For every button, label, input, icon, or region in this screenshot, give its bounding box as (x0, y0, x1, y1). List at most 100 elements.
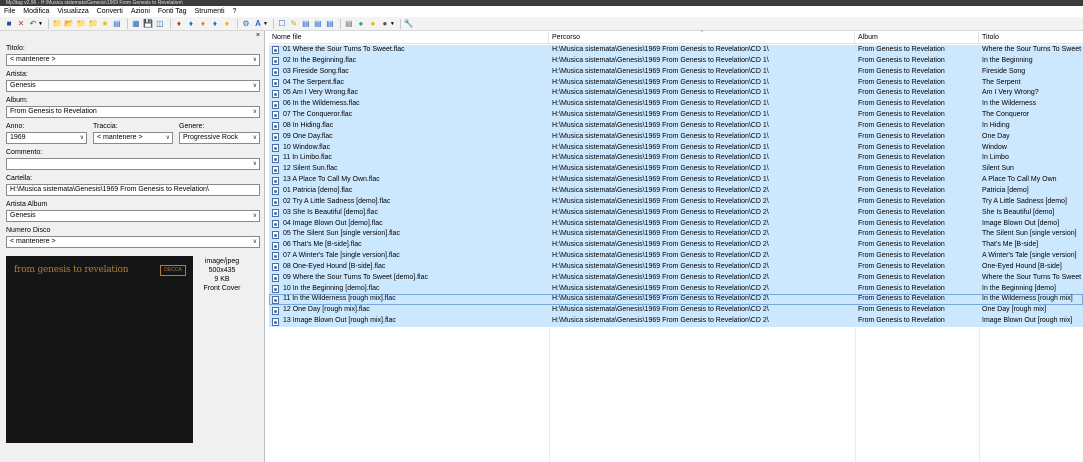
table-row[interactable]: 05 The Silent Sun [single version].flac H… (269, 229, 1083, 241)
freedb-icon[interactable]: ● (356, 19, 366, 29)
tools-icon[interactable]: 🔧 (404, 19, 414, 29)
toolbar-separator (47, 18, 49, 29)
table-row[interactable]: 12 Silent Sun.flac H:\Musica sistemata\Ge… (269, 164, 1083, 176)
undo-icon[interactable]: ↶ (28, 19, 38, 29)
table-row[interactable]: 13 Image Blown Out [rough mix].flac H:\Mu… (269, 316, 1083, 327)
actions-icon[interactable]: ⚙ (241, 19, 251, 29)
table-row[interactable]: 04 The Serpent.flac H:\Musica sistemata\G… (269, 77, 1083, 89)
table-row[interactable]: 11 In the Wilderness [rough mix].flac H:\… (269, 294, 1083, 306)
tag-to-tag-icon[interactable]: ♦ (198, 19, 208, 29)
list-icon[interactable]: ▤ (112, 19, 122, 29)
tag-to-file-icon[interactable]: ♦ (174, 19, 184, 29)
disc-combo[interactable]: < mantenere > ∨ (6, 236, 260, 248)
table-row[interactable]: 12 One Day [rough mix].flac H:\Musica sis… (269, 305, 1083, 317)
folder-field[interactable]: H:\Musica sistemata\Genesis\1969 From Ge… (6, 184, 260, 196)
cell-album: From Genesis to Revelation (858, 241, 945, 249)
table-row[interactable]: 09 Where the Sour Turns To Sweet [demo].… (269, 272, 1083, 284)
comment-combo[interactable]: ∨ (6, 158, 260, 170)
chevron-down-icon[interactable]: ∨ (253, 133, 257, 143)
file-to-tag-icon[interactable]: ♦ (186, 19, 196, 29)
table-row[interactable]: 06 In the Wilderness.flac H:\Musica siste… (269, 99, 1083, 111)
chevron-down-icon[interactable]: ∨ (253, 211, 257, 221)
chevron-down-icon[interactable]: ∨ (166, 133, 170, 143)
menu-fonti-tag[interactable]: Fonti Tag (158, 6, 187, 17)
column-path[interactable]: Percorso (549, 32, 855, 44)
chevron-down-icon[interactable]: ∨ (253, 159, 257, 169)
menu-visualizza[interactable]: Visualizza (57, 6, 88, 17)
extended-tags-icon[interactable]: ✎ (289, 19, 299, 29)
album-combo[interactable]: From Genesis to Revelation ∨ (6, 106, 260, 118)
discogs-icon[interactable]: ● (380, 19, 390, 29)
title-combo[interactable]: < mantenere > ∨ (6, 54, 260, 66)
file-list[interactable]: ⌃ Nome file Percorso Album Titolo 01 Whe… (269, 31, 1083, 462)
artist-combo[interactable]: Genesis ∨ (6, 80, 260, 92)
table-row[interactable]: 10 In the Beginning [demo].flac H:\Musica… (269, 283, 1083, 295)
view-details-icon[interactable]: ▤ (325, 19, 335, 29)
table-row[interactable]: 07 A Winter's Tale [single version].flac… (269, 251, 1083, 262)
case-dropdown-icon[interactable]: ▼ (263, 21, 268, 27)
menu-strumenti[interactable]: Strumenti (195, 6, 225, 17)
cell-album: From Genesis to Revelation (858, 273, 945, 281)
cell-path: H:\Musica sistemata\Genesis\1969 From Ge… (552, 56, 769, 64)
filename-text: 12 One Day [rough mix].flac (283, 306, 370, 314)
table-row[interactable]: 02 Try A Little Sadness [demo].flac H:\Mu… (269, 196, 1083, 208)
autonumber-icon[interactable]: ♦ (222, 19, 232, 29)
cover-art[interactable]: from genesis to revelation DECCA (6, 256, 193, 443)
open-folder-icon[interactable]: 📂 (64, 19, 74, 29)
table-row[interactable]: 03 Fireside Song.flac H:\Musica sistemata… (269, 66, 1083, 78)
table-row[interactable]: 11 In Limbo.flac H:\Musica sistemata\Gene… (269, 153, 1083, 165)
table-row[interactable]: 08 In Hiding.flac H:\Musica sistemata\Gen… (269, 120, 1083, 132)
view-columns-icon[interactable]: ▤ (313, 19, 323, 29)
sources-dropdown-icon[interactable]: ▼ (390, 21, 395, 27)
table-row[interactable]: 04 Image Blown Out [demo].flac H:\Musica … (269, 218, 1083, 230)
genre-combo[interactable]: Progressive Rock ∨ (179, 132, 260, 144)
save-icon[interactable]: ■ (4, 19, 14, 29)
edit-tag-icon[interactable]: ☐ (277, 19, 287, 29)
menu-converti[interactable]: Converti (97, 6, 123, 17)
table-row[interactable]: 05 Am I Very Wrong.flac H:\Musica sistema… (269, 88, 1083, 100)
table-row[interactable]: 07 The Conqueror.flac H:\Musica sistemata… (269, 110, 1083, 121)
album-artist-combo[interactable]: Genesis ∨ (6, 210, 260, 222)
table-row[interactable]: 06 That's Me [B-side].flac H:\Musica sist… (269, 240, 1083, 252)
track-combo[interactable]: < mantenere > ∨ (93, 132, 173, 144)
musicbrainz-icon[interactable]: ● (368, 19, 378, 29)
table-row[interactable]: 09 One Day.flac H:\Musica sistemata\Genes… (269, 131, 1083, 143)
chevron-down-icon[interactable]: ∨ (253, 81, 257, 91)
remove-tag-icon[interactable]: ✕ (16, 19, 26, 29)
table-row[interactable]: 10 Window.flac H:\Musica sistemata\Genesi… (269, 142, 1083, 154)
web-source-icon[interactable]: ▤ (344, 19, 354, 29)
audio-file-icon (272, 78, 279, 87)
column-filename[interactable]: Nome file (269, 32, 549, 44)
table-row[interactable]: 01 Patricia [demo].flac H:\Musica sistema… (269, 185, 1083, 197)
table-row[interactable]: 02 In the Beginning.flac H:\Musica sistem… (269, 55, 1083, 67)
table-row[interactable]: 08 One-Eyed Hound [B-side].flac H:\Musica… (269, 261, 1083, 273)
menu-azioni[interactable]: Azioni (131, 6, 150, 17)
text-file-to-tag-icon[interactable]: ♦ (210, 19, 220, 29)
export-icon[interactable]: 💾 (143, 19, 153, 29)
folder-label: Cartella: (6, 175, 33, 182)
view-list-icon[interactable]: ▤ (301, 19, 311, 29)
add-folder-icon[interactable]: 📁 (52, 19, 62, 29)
undo-dropdown-icon[interactable]: ▼ (38, 21, 43, 27)
filename-text: 03 Fireside Song.flac (283, 67, 349, 75)
chevron-down-icon[interactable]: ∨ (253, 107, 257, 117)
year-combo[interactable]: 1969 ∨ (6, 132, 87, 144)
menu-help[interactable]: ? (233, 6, 237, 17)
playlist-icon[interactable]: ▦ (131, 19, 141, 29)
column-title[interactable]: Titolo (979, 32, 1083, 44)
music-folder-icon[interactable]: 📁 (88, 19, 98, 29)
text-case-icon[interactable]: A (253, 19, 263, 29)
star-icon[interactable]: ★ (100, 19, 110, 29)
table-row[interactable]: 13 A Place To Call My Own.flac H:\Musica … (269, 175, 1083, 186)
column-album[interactable]: Album (855, 32, 979, 44)
close-icon[interactable]: × (256, 32, 260, 40)
table-row[interactable]: 01 Where the Sour Turns To Sweet.flac H:\… (269, 45, 1083, 56)
menu-file[interactable]: File (4, 6, 15, 17)
menu-modifica[interactable]: Modifica (23, 6, 49, 17)
favorite-folder-icon[interactable]: 📁 (76, 19, 86, 29)
chevron-down-icon[interactable]: ∨ (80, 133, 84, 143)
report-icon[interactable]: ◫ (155, 19, 165, 29)
chevron-down-icon[interactable]: ∨ (253, 55, 257, 65)
chevron-down-icon[interactable]: ∨ (253, 237, 257, 247)
table-row[interactable]: 03 She Is Beautiful [demo].flac H:\Musica… (269, 207, 1083, 219)
